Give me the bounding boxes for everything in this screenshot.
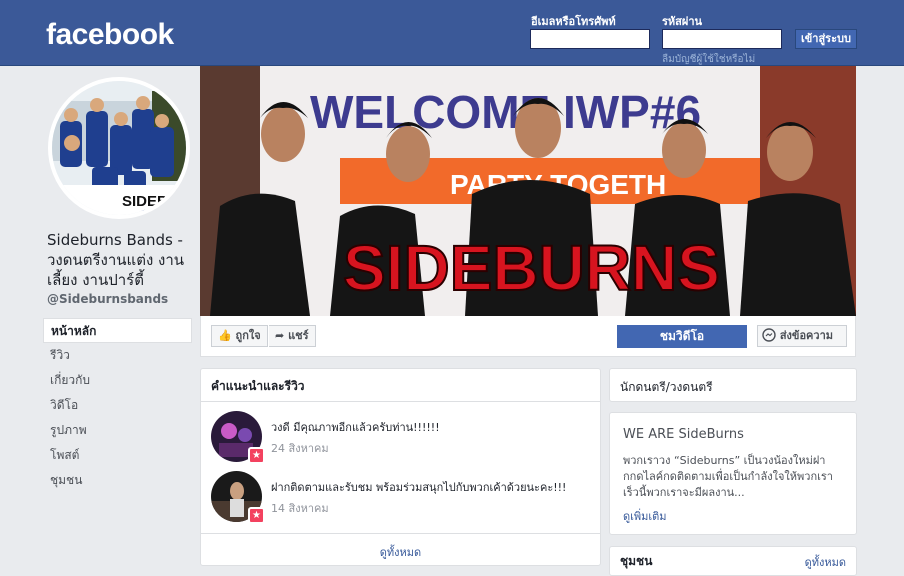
review-text: วงดี มีคุณภาพอีกแล้วครับท่าน!!!!!! <box>271 421 440 434</box>
review-item[interactable]: ★ ฝากติดตามและรับชม พร้อมร่วมสนุกไปกับพว… <box>211 471 591 524</box>
reviews-title: คำแนะนำและรีวิว <box>211 379 305 393</box>
share-label: แชร์ <box>288 329 309 342</box>
avatar-text: SIDEBUR <box>122 193 186 210</box>
page-action-bar: 👍 ถูกใจ ➦ แชร์ ชมวิดีโอ ส่งข้อความ <box>200 316 856 357</box>
email-label: อีเมลหรือโทรศัพท์ <box>531 15 616 28</box>
review-text: ฝากติดตามและรับชม พร้อมร่วมสนุกไปกับพวกเ… <box>271 481 567 494</box>
watch-video-button[interactable]: ชมวิดีโอ <box>617 325 747 348</box>
forgot-account-link[interactable]: ลืมบัญชีผู้ใช้ใช่หรือไม่ <box>662 52 755 67</box>
password-field[interactable] <box>662 29 782 49</box>
share-button[interactable]: ➦ แชร์ <box>269 325 316 347</box>
cover-photo[interactable]: WELCOME IWP#6 PARTY TOGETH SIDEBURNS <box>200 66 856 316</box>
community-card: ชุมชน ดูทั้งหมด <box>609 546 857 576</box>
nav-item-photos[interactable]: รูปภาพ <box>43 418 192 443</box>
recommend-star-icon: ★ <box>248 447 265 464</box>
about-card: WE ARE SideBurns พวกเราวง “Sideburns” เป… <box>609 412 857 535</box>
facebook-logo[interactable]: facebook <box>46 18 174 52</box>
see-all-reviews-link[interactable]: ดูทั้งหมด <box>201 543 600 561</box>
thumbs-up-icon: 👍 <box>218 329 232 342</box>
send-message-button[interactable]: ส่งข้อความ <box>757 325 847 347</box>
nav-item-community[interactable]: ชุมชน <box>43 468 192 493</box>
divider <box>201 533 600 534</box>
page-nav: หน้าหลัก รีวิว เกี่ยวกับ วิดีโอ รูปภาพ โ… <box>43 318 192 493</box>
password-label: รหัสผ่าน <box>662 15 703 28</box>
nav-item-reviews[interactable]: รีวิว <box>43 343 192 368</box>
reviews-card: คำแนะนำและรีวิว ★ วงดี มีคุณภาพอีกแล้วคร… <box>200 368 601 566</box>
see-more-link[interactable]: ดูเพิ่มเติม <box>623 507 667 525</box>
band-name-logo: SIDEBURNS <box>343 232 720 304</box>
divider <box>201 401 600 402</box>
share-arrow-icon: ➦ <box>275 329 285 342</box>
page-title[interactable]: Sideburns Bands - วงดนตรีงานแต่ง งานเลี้… <box>47 230 197 290</box>
review-date[interactable]: 14 สิงหาคม <box>271 499 329 517</box>
about-description: พวกเราวง “Sideburns” เป็นวงน้องใหม่ฝากกด… <box>623 454 833 499</box>
cover-image: WELCOME IWP#6 PARTY TOGETH SIDEBURNS <box>200 66 856 316</box>
nav-item-about[interactable]: เกี่ยวกับ <box>43 368 192 393</box>
community-title: ชุมชน <box>620 554 653 568</box>
nav-item-home[interactable]: หน้าหลัก <box>43 318 192 343</box>
nav-item-posts[interactable]: โพสต์ <box>43 443 192 468</box>
category-card: นักดนตรี/วงดนตรี <box>609 368 857 402</box>
like-button[interactable]: 👍 ถูกใจ <box>211 325 268 347</box>
avatar-photo: SIDEBUR <box>52 81 186 215</box>
login-button[interactable]: เข้าสู่ระบบ <box>795 29 857 49</box>
community-see-all-link[interactable]: ดูทั้งหมด <box>805 553 846 571</box>
email-field[interactable] <box>530 29 650 49</box>
profile-avatar[interactable]: SIDEBUR <box>48 77 190 219</box>
page-handle: @Sideburnsbands <box>47 292 169 306</box>
banner-text: WELCOME IWP#6 <box>310 86 701 138</box>
page-category[interactable]: นักดนตรี/วงดนตรี <box>620 378 713 397</box>
like-label: ถูกใจ <box>235 329 261 342</box>
send-message-label: ส่งข้อความ <box>779 329 834 342</box>
recommend-star-icon: ★ <box>248 507 265 524</box>
about-title: WE ARE SideBurns <box>623 427 744 442</box>
nav-item-videos[interactable]: วิดีโอ <box>43 393 192 418</box>
messenger-icon <box>762 328 776 342</box>
review-item[interactable]: ★ วงดี มีคุณภาพอีกแล้วครับท่าน!!!!!! 24 … <box>211 411 591 464</box>
review-date[interactable]: 24 สิงหาคม <box>271 439 329 457</box>
top-bar: facebook อีเมลหรือโทรศัพท์ รหัสผ่าน เข้า… <box>0 0 904 66</box>
